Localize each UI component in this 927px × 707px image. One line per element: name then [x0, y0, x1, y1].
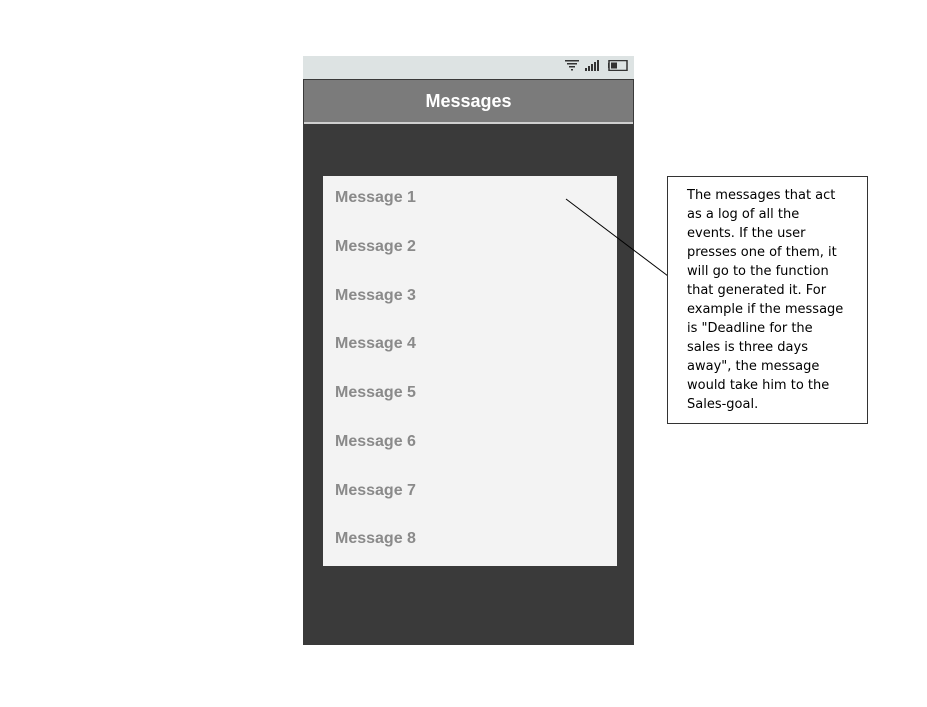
phone-frame: Messages Message 1 Message 2 Message 3 M… [303, 56, 634, 645]
message-item-6[interactable]: Message 6 [323, 420, 617, 469]
message-item-5[interactable]: Message 5 [323, 371, 617, 420]
message-item-7[interactable]: Message 7 [323, 469, 617, 518]
status-bar [303, 56, 634, 79]
message-list: Message 1 Message 2 Message 3 Message 4 … [323, 176, 617, 566]
battery-icon [608, 58, 628, 76]
page-title: Messages [425, 90, 512, 111]
message-item-3[interactable]: Message 3 [323, 274, 617, 323]
signal-icon [585, 58, 602, 76]
message-item-4[interactable]: Message 4 [323, 322, 617, 371]
annotation-text: The messages that act as a log of all th… [687, 188, 844, 412]
message-item-8[interactable]: Message 8 [323, 517, 617, 566]
status-icons [565, 58, 628, 76]
message-item-1[interactable]: Message 1 [323, 176, 617, 225]
app-header: Messages [304, 80, 633, 124]
annotation-callout: The messages that act as a log of all th… [667, 176, 868, 424]
wifi-icon [565, 58, 579, 76]
message-item-2[interactable]: Message 2 [323, 225, 617, 274]
